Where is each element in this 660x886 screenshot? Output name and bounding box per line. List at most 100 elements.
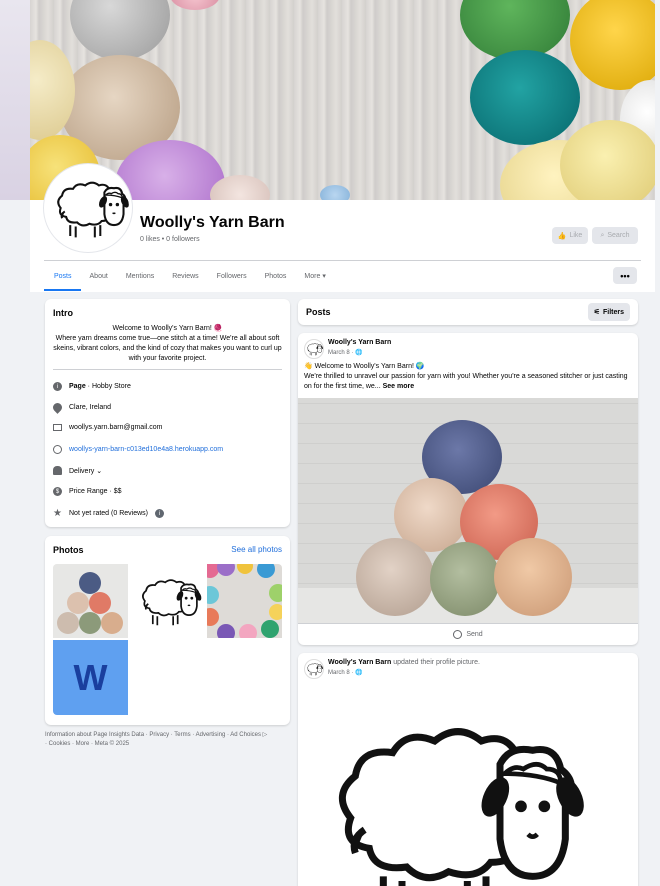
- profile-avatar[interactable]: [44, 164, 132, 252]
- tab-followers[interactable]: Followers: [208, 261, 256, 291]
- post-date[interactable]: March 8 · 🌐: [328, 669, 362, 676]
- footer-links: Information about Page Insights Data · P…: [45, 731, 295, 749]
- bio-line-1: Welcome to Woolly's Yarn Barn! 🧶: [112, 325, 223, 332]
- search-button[interactable]: ⌕ Search: [592, 227, 638, 244]
- like-button[interactable]: 👍 Like: [552, 227, 588, 244]
- delivery-text[interactable]: Delivery ⌄: [69, 467, 102, 475]
- photo-ball-peach: [494, 538, 572, 616]
- thumb-ball: [89, 592, 111, 614]
- profile-header: Woolly's Yarn Barn 0 likes • 0 followers…: [30, 164, 655, 292]
- photos-card: Photos See all photos W: [45, 536, 290, 725]
- post-text-line-1: 👋 Welcome to Woolly's Yarn Barn! 🌍: [304, 363, 425, 370]
- post-photo-sheep[interactable]: [298, 683, 638, 886]
- page-stats[interactable]: 0 likes • 0 followers: [140, 236, 200, 243]
- footer-line-1[interactable]: Information about Page Insights Data · P…: [45, 731, 295, 740]
- page-title: Woolly's Yarn Barn: [140, 214, 285, 231]
- sheep-icon: [307, 343, 323, 356]
- tab-more[interactable]: More ▾: [295, 261, 334, 291]
- see-more-link[interactable]: See more: [383, 383, 415, 390]
- category-rest: · Hobby Store: [85, 383, 131, 390]
- post-author-name[interactable]: Woolly's Yarn Barn: [328, 659, 391, 666]
- thumb-ball: [57, 612, 79, 634]
- post-author-avatar[interactable]: [304, 339, 324, 359]
- location-text: Clare, Ireland: [69, 404, 112, 411]
- post-author-name[interactable]: Woolly's Yarn Barn: [328, 339, 391, 346]
- footer-line-2[interactable]: · Cookies · More · Meta © 2025: [45, 740, 295, 749]
- email-row: woollys.yarn.barn@gmail.com: [53, 424, 162, 431]
- sheep-icon: [304, 713, 584, 886]
- yarn-ball-pink: [170, 0, 220, 10]
- location-pin-icon: [51, 401, 64, 414]
- price-row: $ Price Range · $$: [53, 487, 122, 496]
- category-row: i Page · Hobby Store: [53, 382, 131, 391]
- posts-header-card: Posts ⚟ Filters: [298, 299, 638, 325]
- more-options-button[interactable]: •••: [613, 267, 637, 284]
- location-row: Clare, Ireland: [51, 401, 112, 414]
- left-edge-gradient: [0, 0, 30, 200]
- star-icon: ★: [53, 508, 62, 519]
- like-label: Like: [569, 232, 583, 239]
- rating-text: Not yet rated (0 Reviews): [69, 510, 148, 517]
- photo-thumb-yarn-pyramid[interactable]: [53, 564, 128, 638]
- intro-divider: [53, 369, 282, 370]
- sheep-icon: [307, 663, 323, 676]
- intro-bio: Welcome to Woolly's Yarn Barn! 🧶 Where y…: [53, 324, 282, 364]
- photo-ball-sage: [430, 542, 500, 616]
- thumb-ball: [269, 604, 282, 620]
- thumb-ball: [217, 564, 235, 576]
- send-label: Send: [466, 631, 483, 638]
- email-text[interactable]: woollys.yarn.barn@gmail.com: [69, 424, 162, 431]
- post-header-text: Woolly's Yarn Barn updated their profile…: [328, 659, 480, 666]
- website-row: woollys-yarn-barn-c013ed10e4a8.herokuapp…: [53, 445, 223, 454]
- photo-thumb-sheep[interactable]: [130, 564, 205, 638]
- yarn-ball-grey: [70, 0, 170, 60]
- filters-button[interactable]: ⚟ Filters: [587, 303, 630, 321]
- delivery-row: Delivery ⌄: [53, 466, 102, 475]
- thumb-ball: [79, 572, 101, 594]
- post-card-profile-picture: Woolly's Yarn Barn updated their profile…: [298, 653, 638, 886]
- rating-row: ★ Not yet rated (0 Reviews) i: [53, 508, 164, 519]
- tab-photos[interactable]: Photos: [256, 261, 296, 291]
- photo-ball-taupe: [356, 538, 434, 616]
- yarn-ball-mustard: [570, 0, 655, 90]
- filters-label: Filters: [602, 308, 624, 316]
- website-link[interactable]: woollys-yarn-barn-c013ed10e4a8.herokuapp…: [69, 446, 223, 453]
- post-action-text: updated their profile picture.: [391, 659, 480, 666]
- sliders-icon: ⚟: [593, 309, 600, 316]
- tab-reviews[interactable]: Reviews: [163, 261, 207, 291]
- thumb-ball: [237, 564, 253, 574]
- tab-about[interactable]: About: [81, 261, 117, 291]
- cover-photo[interactable]: [30, 0, 655, 200]
- photos-title: Photos: [53, 545, 84, 555]
- envelope-icon: [53, 424, 62, 431]
- price-range-text: Price Range · $$: [69, 488, 122, 495]
- category-bold: Page: [69, 383, 86, 390]
- thumb-ball: [257, 564, 275, 578]
- thumb-ball: [261, 620, 279, 638]
- send-button[interactable]: Send: [298, 624, 638, 645]
- post-author-avatar[interactable]: [304, 659, 324, 679]
- post-text-body: We're thrilled to unravel our passion fo…: [304, 373, 628, 390]
- globe-icon: [53, 445, 62, 454]
- intro-card: Intro Welcome to Woolly's Yarn Barn! 🧶 W…: [45, 299, 290, 527]
- see-all-photos-link[interactable]: See all photos: [231, 545, 282, 554]
- yarn-ball-blue-small: [320, 185, 350, 200]
- info-icon[interactable]: i: [154, 509, 164, 518]
- profile-tabs: Posts About Mentions Reviews Followers P…: [44, 261, 335, 291]
- tab-posts[interactable]: Posts: [44, 261, 81, 291]
- posts-title: Posts: [306, 307, 331, 317]
- photo-thumb-yarn-frame[interactable]: [207, 564, 282, 638]
- post-photo-yarn-pyramid[interactable]: [298, 398, 638, 623]
- bio-text: Where yarn dreams come true—one stitch a…: [53, 335, 282, 362]
- category-text: Page · Hobby Store: [69, 383, 131, 390]
- thumb-ball: [207, 608, 219, 626]
- thumb-ball: [67, 592, 89, 614]
- intro-title: Intro: [53, 308, 73, 318]
- search-icon: ⌕: [600, 231, 605, 239]
- photo-thumb-w-logo[interactable]: W: [53, 640, 128, 715]
- thumb-ball: [207, 586, 219, 604]
- post-date[interactable]: March 8 · 🌐: [328, 349, 362, 356]
- yarn-ball-teal: [470, 50, 580, 145]
- tab-mentions[interactable]: Mentions: [117, 261, 163, 291]
- thumb-ball: [101, 612, 123, 634]
